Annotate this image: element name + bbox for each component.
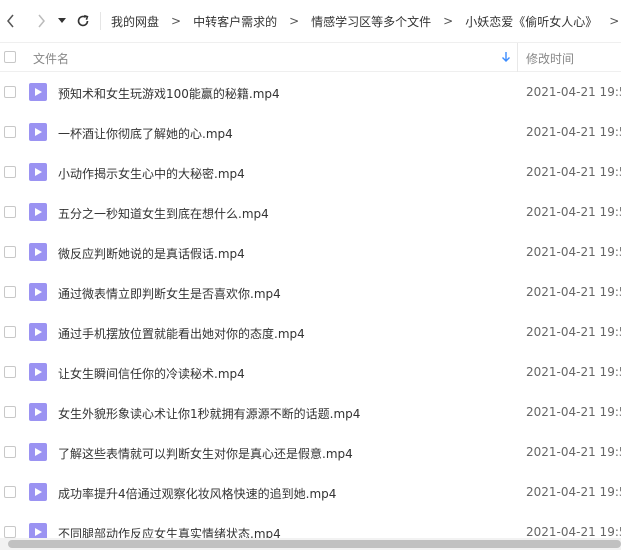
row-checkbox[interactable] xyxy=(4,166,16,178)
file-list: 预知术和女生玩游戏100能赢的秘籍.mp4 2021-04-21 19:54 一… xyxy=(0,72,621,538)
file-modified-time: 2021-04-21 19:54 xyxy=(526,85,621,99)
row-checkbox[interactable] xyxy=(4,246,16,258)
file-modified-time: 2021-04-21 19:54 xyxy=(526,325,621,339)
row-checkbox[interactable] xyxy=(4,406,16,418)
select-all-checkbox[interactable] xyxy=(4,51,16,63)
row-checkbox[interactable] xyxy=(4,206,16,218)
file-row[interactable]: 不同腿部动作反应女生真实情绪状态.mp4 2021-04-21 19:54 xyxy=(0,512,621,538)
breadcrumb-item[interactable]: 中转客户需求的 xyxy=(189,13,281,30)
video-file-icon xyxy=(29,403,47,421)
row-checkbox[interactable] xyxy=(4,86,16,98)
file-modified-time: 2021-04-21 19:54 xyxy=(526,365,621,379)
video-file-icon xyxy=(29,323,47,341)
chevron-right-icon xyxy=(38,14,45,28)
file-name[interactable]: 让女生瞬间信任你的冷读秘术.mp4 xyxy=(58,365,245,382)
video-file-icon xyxy=(29,123,47,141)
file-name[interactable]: 成功率提升4倍通过观察化妆风格快速的追到她.mp4 xyxy=(58,485,336,502)
scrollbar-thumb[interactable] xyxy=(8,540,621,548)
file-row[interactable]: 预知术和女生玩游戏100能赢的秘籍.mp4 2021-04-21 19:54 xyxy=(0,72,621,112)
file-name[interactable]: 微反应判断她说的是真话假话.mp4 xyxy=(58,245,245,262)
row-checkbox[interactable] xyxy=(4,126,16,138)
video-file-icon xyxy=(29,83,47,101)
refresh-button[interactable] xyxy=(72,0,94,42)
file-modified-time: 2021-04-21 19:54 xyxy=(526,485,621,499)
row-checkbox[interactable] xyxy=(4,286,16,298)
file-modified-time: 2021-04-21 19:54 xyxy=(526,525,621,538)
file-modified-time: 2021-04-21 19:54 xyxy=(526,205,621,219)
file-row[interactable]: 通过手机摆放位置就能看出她对你的态度.mp4 2021-04-21 19:54 xyxy=(0,312,621,352)
file-row[interactable]: 微反应判断她说的是真话假话.mp4 2021-04-21 19:54 xyxy=(0,232,621,272)
row-checkbox[interactable] xyxy=(4,446,16,458)
file-name[interactable]: 通过手机摆放位置就能看出她对你的态度.mp4 xyxy=(58,325,305,342)
breadcrumb-item[interactable]: 我的网盘 xyxy=(107,13,163,30)
video-file-icon xyxy=(29,363,47,381)
file-name[interactable]: 小动作揭示女生心中的大秘密.mp4 xyxy=(58,165,245,182)
breadcrumb-item[interactable]: 情感学习区等多个文件 xyxy=(307,13,435,30)
breadcrumb-separator: > xyxy=(443,14,454,28)
file-row[interactable]: 五分之一秒知道女生到底在想什么.mp4 2021-04-21 19:54 xyxy=(0,192,621,232)
file-name[interactable]: 通过微表情立即判断女生是否喜欢你.mp4 xyxy=(58,285,281,302)
refresh-icon xyxy=(77,14,89,27)
file-modified-time: 2021-04-21 19:54 xyxy=(526,445,621,459)
file-row[interactable]: 小动作揭示女生心中的大秘密.mp4 2021-04-21 19:54 xyxy=(0,152,621,192)
chevron-left-icon xyxy=(7,14,14,28)
row-checkbox[interactable] xyxy=(4,486,16,498)
file-name[interactable]: 女生外貌形象读心术让你1秒就拥有源源不断的话题.mp4 xyxy=(58,405,360,422)
breadcrumb-separator: > xyxy=(609,14,620,28)
video-file-icon xyxy=(29,163,47,181)
sort-down-arrow-icon[interactable] xyxy=(501,51,511,63)
breadcrumb-separator: > xyxy=(171,14,182,28)
video-file-icon xyxy=(29,483,47,501)
file-name[interactable]: 一杯酒让你彻底了解她的心.mp4 xyxy=(58,125,233,142)
row-checkbox[interactable] xyxy=(4,526,16,538)
horizontal-scrollbar[interactable] xyxy=(0,538,621,550)
video-file-icon xyxy=(29,243,47,261)
column-header-modified-time[interactable]: 修改时间 xyxy=(526,50,574,67)
file-name[interactable]: 预知术和女生玩游戏100能赢的秘籍.mp4 xyxy=(58,85,280,102)
file-modified-time: 2021-04-21 19:54 xyxy=(526,245,621,259)
file-row[interactable]: 女生外貌形象读心术让你1秒就拥有源源不断的话题.mp4 2021-04-21 1… xyxy=(0,392,621,432)
file-row[interactable]: 一杯酒让你彻底了解她的心.mp4 2021-04-21 19:54 xyxy=(0,112,621,152)
file-name[interactable]: 不同腿部动作反应女生真实情绪状态.mp4 xyxy=(58,525,281,538)
video-file-icon xyxy=(29,203,47,221)
row-checkbox[interactable] xyxy=(4,326,16,338)
breadcrumb-separator: > xyxy=(289,14,300,28)
caret-down-icon xyxy=(58,18,66,23)
back-button[interactable] xyxy=(0,0,22,42)
file-modified-time: 2021-04-21 19:54 xyxy=(526,405,621,419)
file-name[interactable]: 了解这些表情就可以判断女生对你是真心还是假意.mp4 xyxy=(58,445,353,462)
navigation-bar: 我的网盘 > 中转客户需求的 > 情感学习区等多个文件 > 小妖恋爱《偷听女人心… xyxy=(0,0,621,42)
file-row[interactable]: 通过微表情立即判断女生是否喜欢你.mp4 2021-04-21 19:54 xyxy=(0,272,621,312)
file-modified-time: 2021-04-21 19:54 xyxy=(526,285,621,299)
file-row[interactable]: 了解这些表情就可以判断女生对你是真心还是假意.mp4 2021-04-21 19… xyxy=(0,432,621,472)
file-modified-time: 2021-04-21 19:54 xyxy=(526,125,621,139)
column-divider[interactable] xyxy=(517,43,518,72)
video-file-icon xyxy=(29,523,47,538)
history-dropdown-button[interactable] xyxy=(54,0,70,42)
breadcrumb-item[interactable]: 小妖恋爱《偷听女人心》 xyxy=(461,13,601,30)
file-row[interactable]: 让女生瞬间信任你的冷读秘术.mp4 2021-04-21 19:54 xyxy=(0,352,621,392)
video-file-icon xyxy=(29,283,47,301)
file-list-header: 文件名 修改时间 xyxy=(0,42,621,72)
breadcrumb: 我的网盘 > 中转客户需求的 > 情感学习区等多个文件 > 小妖恋爱《偷听女人心… xyxy=(107,13,621,30)
row-checkbox[interactable] xyxy=(4,366,16,378)
forward-button[interactable] xyxy=(30,0,52,42)
video-file-icon xyxy=(29,443,47,461)
file-modified-time: 2021-04-21 19:54 xyxy=(526,165,621,179)
file-row[interactable]: 成功率提升4倍通过观察化妆风格快速的追到她.mp4 2021-04-21 19:… xyxy=(0,472,621,512)
column-header-name[interactable]: 文件名 xyxy=(33,50,69,67)
file-name[interactable]: 五分之一秒知道女生到底在想什么.mp4 xyxy=(58,205,269,222)
toolbar-divider xyxy=(100,12,101,30)
